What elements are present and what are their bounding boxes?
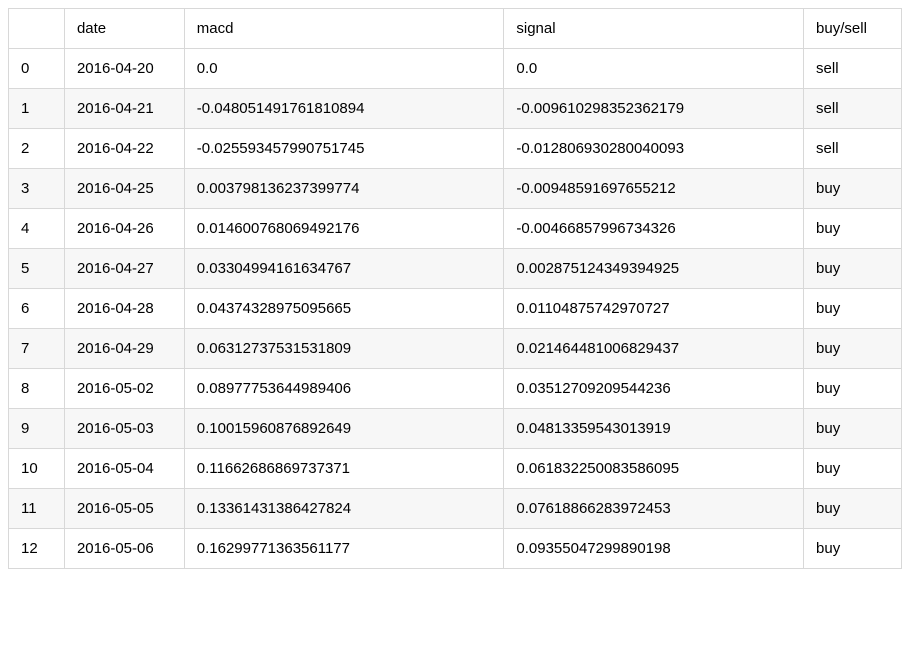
cell-date: 2016-04-22	[64, 129, 184, 169]
table-row: 7 2016-04-29 0.06312737531531809 0.02146…	[9, 329, 902, 369]
table-row: 0 2016-04-20 0.0 0.0 sell	[9, 49, 902, 89]
cell-index: 3	[9, 169, 65, 209]
table-row: 5 2016-04-27 0.03304994161634767 0.00287…	[9, 249, 902, 289]
cell-signal: 0.09355047299890198	[504, 529, 804, 569]
table-body: 0 2016-04-20 0.0 0.0 sell 1 2016-04-21 -…	[9, 49, 902, 569]
cell-index: 10	[9, 449, 65, 489]
cell-macd: 0.0	[184, 49, 504, 89]
cell-macd: 0.16299771363561177	[184, 529, 504, 569]
cell-buysell: buy	[804, 409, 902, 449]
cell-signal: -0.012806930280040093	[504, 129, 804, 169]
cell-buysell: sell	[804, 89, 902, 129]
table-row: 3 2016-04-25 0.003798136237399774 -0.009…	[9, 169, 902, 209]
table-row: 6 2016-04-28 0.04374328975095665 0.01104…	[9, 289, 902, 329]
cell-index: 1	[9, 89, 65, 129]
table-row: 11 2016-05-05 0.13361431386427824 0.0761…	[9, 489, 902, 529]
table-row: 9 2016-05-03 0.10015960876892649 0.04813…	[9, 409, 902, 449]
cell-signal: 0.061832250083586095	[504, 449, 804, 489]
cell-buysell: buy	[804, 529, 902, 569]
cell-index: 0	[9, 49, 65, 89]
cell-macd: -0.025593457990751745	[184, 129, 504, 169]
data-table: date macd signal buy/sell 0 2016-04-20 0…	[8, 8, 902, 569]
cell-index: 12	[9, 529, 65, 569]
cell-index: 9	[9, 409, 65, 449]
header-row: date macd signal buy/sell	[9, 9, 902, 49]
cell-macd: 0.11662686869737371	[184, 449, 504, 489]
table-row: 12 2016-05-06 0.16299771363561177 0.0935…	[9, 529, 902, 569]
cell-buysell: buy	[804, 249, 902, 289]
cell-date: 2016-04-26	[64, 209, 184, 249]
cell-signal: 0.03512709209544236	[504, 369, 804, 409]
table-row: 4 2016-04-26 0.014600768069492176 -0.004…	[9, 209, 902, 249]
cell-date: 2016-05-06	[64, 529, 184, 569]
cell-macd: 0.08977753644989406	[184, 369, 504, 409]
cell-macd: 0.014600768069492176	[184, 209, 504, 249]
cell-signal: 0.002875124349394925	[504, 249, 804, 289]
cell-date: 2016-05-05	[64, 489, 184, 529]
cell-signal: 0.021464481006829437	[504, 329, 804, 369]
cell-buysell: buy	[804, 489, 902, 529]
cell-buysell: buy	[804, 329, 902, 369]
cell-macd: 0.03304994161634767	[184, 249, 504, 289]
cell-signal: 0.04813359543013919	[504, 409, 804, 449]
cell-date: 2016-04-27	[64, 249, 184, 289]
cell-date: 2016-04-20	[64, 49, 184, 89]
cell-signal: -0.00466857996734326	[504, 209, 804, 249]
header-date: date	[64, 9, 184, 49]
cell-macd: 0.13361431386427824	[184, 489, 504, 529]
cell-index: 2	[9, 129, 65, 169]
cell-index: 4	[9, 209, 65, 249]
header-signal: signal	[504, 9, 804, 49]
cell-index: 8	[9, 369, 65, 409]
cell-buysell: buy	[804, 449, 902, 489]
table-row: 8 2016-05-02 0.08977753644989406 0.03512…	[9, 369, 902, 409]
cell-buysell: buy	[804, 369, 902, 409]
table-row: 2 2016-04-22 -0.025593457990751745 -0.01…	[9, 129, 902, 169]
table-row: 1 2016-04-21 -0.048051491761810894 -0.00…	[9, 89, 902, 129]
cell-buysell: buy	[804, 289, 902, 329]
cell-macd: 0.06312737531531809	[184, 329, 504, 369]
cell-date: 2016-05-02	[64, 369, 184, 409]
header-buysell: buy/sell	[804, 9, 902, 49]
cell-signal: 0.07618866283972453	[504, 489, 804, 529]
cell-buysell: buy	[804, 169, 902, 209]
cell-macd: 0.10015960876892649	[184, 409, 504, 449]
cell-date: 2016-04-29	[64, 329, 184, 369]
cell-date: 2016-04-25	[64, 169, 184, 209]
cell-macd: 0.04374328975095665	[184, 289, 504, 329]
cell-buysell: buy	[804, 209, 902, 249]
cell-date: 2016-04-28	[64, 289, 184, 329]
cell-index: 6	[9, 289, 65, 329]
cell-index: 11	[9, 489, 65, 529]
cell-signal: 0.01104875742970727	[504, 289, 804, 329]
cell-buysell: sell	[804, 129, 902, 169]
header-macd: macd	[184, 9, 504, 49]
cell-signal: -0.009610298352362179	[504, 89, 804, 129]
cell-signal: 0.0	[504, 49, 804, 89]
cell-date: 2016-05-03	[64, 409, 184, 449]
cell-date: 2016-05-04	[64, 449, 184, 489]
cell-signal: -0.00948591697655212	[504, 169, 804, 209]
cell-index: 7	[9, 329, 65, 369]
cell-date: 2016-04-21	[64, 89, 184, 129]
table-row: 10 2016-05-04 0.11662686869737371 0.0618…	[9, 449, 902, 489]
cell-macd: -0.048051491761810894	[184, 89, 504, 129]
cell-macd: 0.003798136237399774	[184, 169, 504, 209]
header-index	[9, 9, 65, 49]
cell-index: 5	[9, 249, 65, 289]
cell-buysell: sell	[804, 49, 902, 89]
